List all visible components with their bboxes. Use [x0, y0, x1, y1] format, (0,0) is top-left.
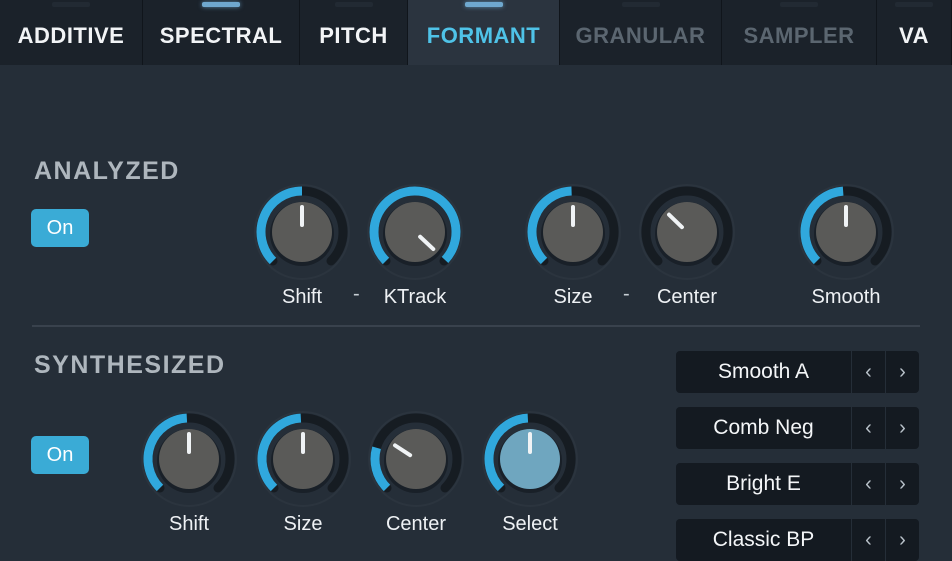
knob-label: Shift [168, 513, 210, 535]
knob-synthesized-select[interactable]: Select [478, 407, 582, 536]
preset-name-display[interactable]: Comb Neg [676, 407, 851, 449]
tab-label: PITCH [319, 22, 388, 48]
tab-formant[interactable]: FORMANT [408, 0, 560, 65]
knob-label: Size [283, 513, 323, 535]
chevron-right-icon[interactable]: › [885, 519, 919, 561]
chevron-right-icon[interactable]: › [885, 463, 919, 505]
chevron-right-icon[interactable]: › [885, 407, 919, 449]
preset-stepper-group: ‹ › [851, 351, 919, 393]
tab-label: VA [899, 22, 929, 48]
knob-dial[interactable] [364, 407, 468, 511]
preset-name-display[interactable]: Classic BP [676, 519, 851, 561]
tab-label: FORMANT [426, 22, 541, 48]
knob-pair-separator: - [353, 283, 360, 305]
knob-synthesized-shift[interactable]: Shift [137, 407, 241, 536]
preset-stepper-group: ‹ › [851, 519, 919, 561]
knob-dial[interactable] [137, 407, 241, 511]
tab-spectral[interactable]: SPECTRAL [143, 0, 300, 65]
knob-synthesized-size[interactable]: Size [251, 407, 355, 536]
knob-label: Select [502, 513, 558, 535]
preset-name-display[interactable]: Smooth A [676, 351, 851, 393]
preset-stepper-group: ‹ › [851, 407, 919, 449]
knob-dial[interactable] [794, 180, 898, 284]
analyzed-on-label: On [46, 216, 74, 239]
knob-label: Center [656, 286, 718, 308]
knob-dial[interactable] [363, 180, 467, 284]
knob-label: Shift [281, 286, 323, 308]
knob-dial[interactable] [635, 180, 739, 284]
analyzed-on-toggle[interactable]: On [31, 209, 89, 247]
analyzed-section-title: ANALYZED [34, 157, 180, 185]
preset-selector-row: Comb Neg ‹ › [676, 407, 919, 449]
tab-label: SAMPLER [743, 22, 855, 48]
tab-led-indicator-icon [621, 2, 660, 7]
tab-led-indicator-icon [52, 2, 90, 7]
knob-dial[interactable] [521, 180, 625, 284]
knob-dial[interactable] [478, 407, 582, 511]
knob-label: Smooth [811, 286, 881, 308]
synthesized-on-label: On [46, 443, 74, 466]
preset-name-display[interactable]: Bright E [676, 463, 851, 505]
preset-selector-row: Classic BP ‹ › [676, 519, 919, 561]
chevron-right-icon[interactable]: › [885, 351, 919, 393]
tab-granular[interactable]: GRANULAR [560, 0, 722, 65]
synthesized-on-toggle[interactable]: On [31, 436, 89, 474]
knob-analyzed-center[interactable]: Center [635, 180, 739, 309]
chevron-left-icon[interactable]: ‹ [851, 463, 885, 505]
formant-panel-body: ANALYZED On SYNTHESIZED On Shift KTrack Si… [0, 65, 952, 561]
tab-va[interactable]: VA [877, 0, 952, 65]
section-divider [32, 325, 920, 327]
knob-label: Center [385, 513, 447, 535]
tab-led-indicator-icon [202, 2, 240, 7]
tab-led-indicator-icon [334, 2, 373, 7]
knob-dial[interactable] [250, 180, 354, 284]
tab-led-indicator-icon [464, 2, 503, 7]
chevron-left-icon[interactable]: ‹ [851, 407, 885, 449]
tab-sampler[interactable]: SAMPLER [722, 0, 877, 65]
knob-synthesized-center[interactable]: Center [364, 407, 468, 536]
chevron-left-icon[interactable]: ‹ [851, 519, 885, 561]
knob-label: KTrack [383, 286, 447, 308]
knob-analyzed-smooth[interactable]: Smooth [794, 180, 898, 309]
knob-analyzed-shift[interactable]: Shift [250, 180, 354, 309]
knob-label: Size [553, 286, 593, 308]
tab-label: GRANULAR [575, 22, 706, 48]
preset-selector-row: Smooth A ‹ › [676, 351, 919, 393]
knob-analyzed-size[interactable]: Size [521, 180, 625, 309]
preset-selector-row: Bright E ‹ › [676, 463, 919, 505]
tab-led-indicator-icon [780, 2, 818, 7]
preset-stepper-group: ‹ › [851, 463, 919, 505]
synthesized-section-title: SYNTHESIZED [34, 351, 226, 379]
tab-additive[interactable]: ADDITIVE [0, 0, 143, 65]
module-tab-bar: ADDITIVE SPECTRAL PITCH FORMANT GRANULAR SAMP… [0, 0, 952, 65]
knob-analyzed-ktrack[interactable]: KTrack [363, 180, 467, 309]
tab-pitch[interactable]: PITCH [300, 0, 408, 65]
formant-module-panel: ADDITIVE SPECTRAL PITCH FORMANT GRANULAR SAMP… [0, 0, 952, 561]
tab-led-indicator-icon [895, 2, 933, 7]
chevron-left-icon[interactable]: ‹ [851, 351, 885, 393]
tab-label: ADDITIVE [17, 22, 125, 48]
knob-pair-separator: - [623, 283, 630, 305]
knob-dial[interactable] [251, 407, 355, 511]
tab-label: SPECTRAL [159, 22, 283, 48]
